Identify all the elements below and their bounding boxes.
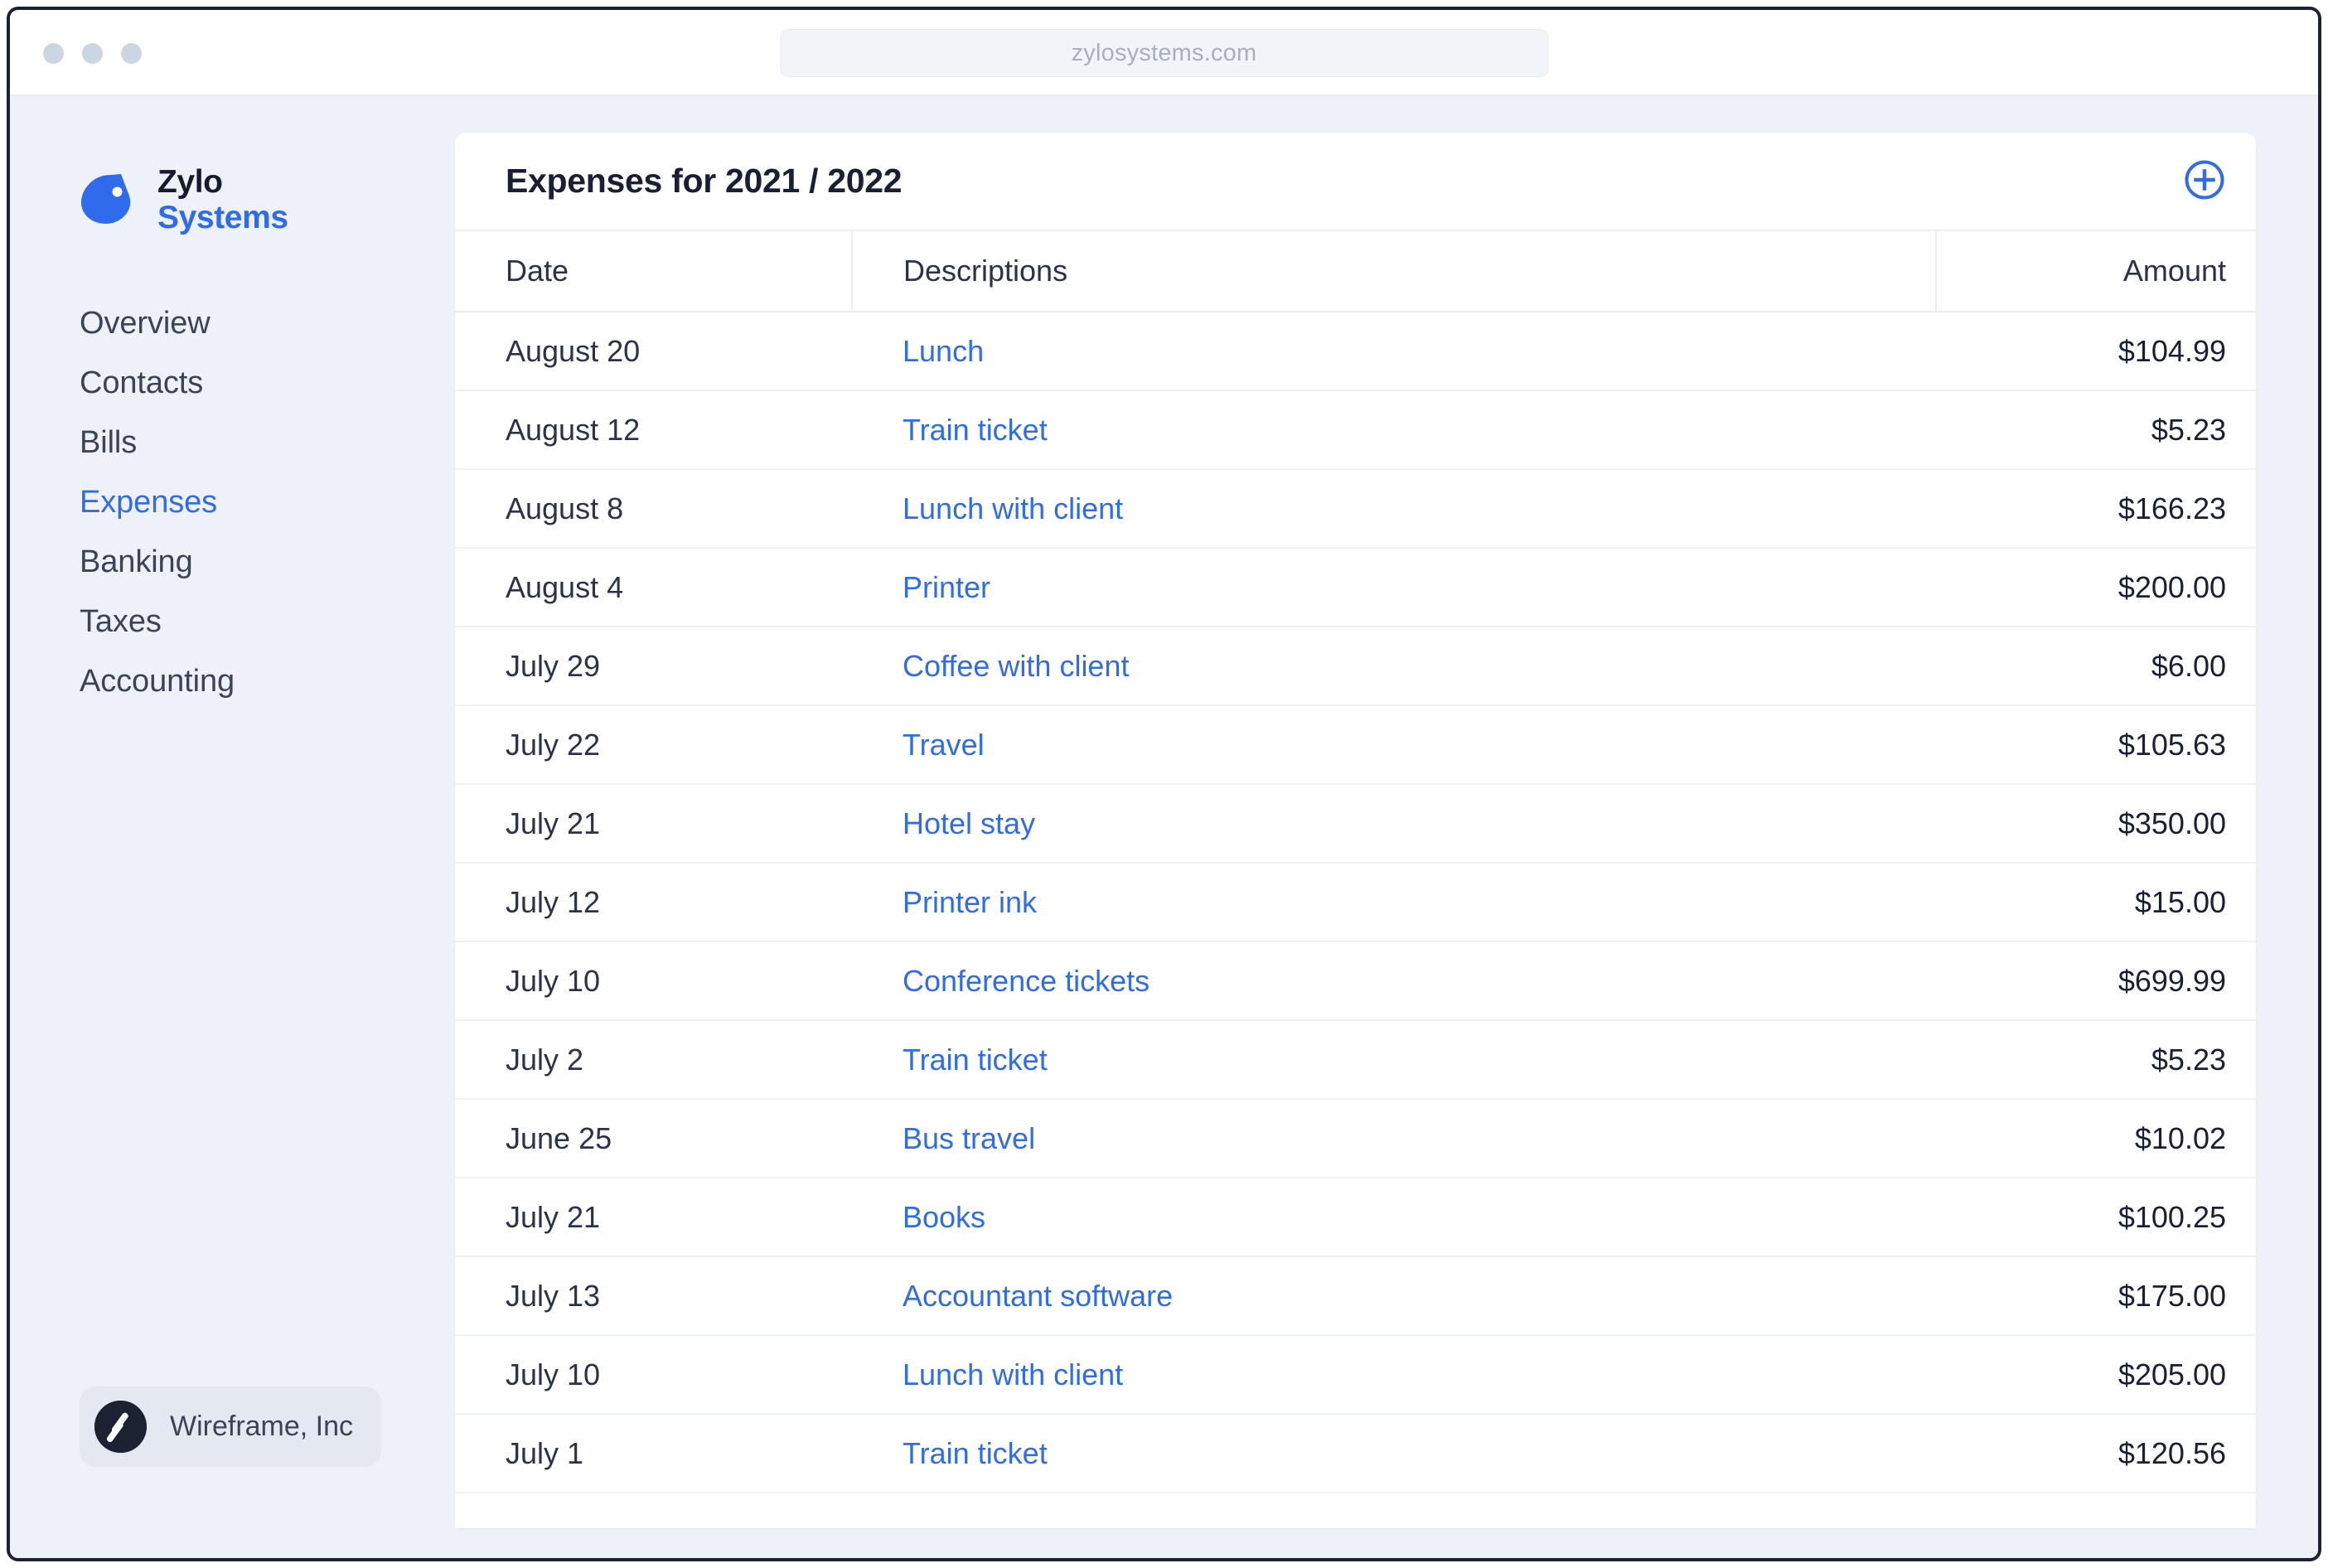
brand-name-secondary: Systems — [157, 201, 288, 234]
sidebar: Zylo Systems Overview Contacts Bills Exp… — [10, 96, 455, 1561]
table-row[interactable]: August 20 Lunch $104.99 — [455, 312, 2256, 390]
table-head: Date Descriptions Amount — [455, 230, 2256, 312]
cell-amount: $205.00 — [1936, 1335, 2256, 1414]
cell-date: July 10 — [455, 941, 852, 1020]
cell-amount: $10.02 — [1936, 1099, 2256, 1178]
table-row[interactable]: July 2 Train ticket $5.23 — [455, 1020, 2256, 1099]
address-bar[interactable]: zylosystems.com — [780, 29, 1548, 77]
cell-description[interactable]: Hotel stay — [852, 784, 1936, 863]
double-slash-icon — [94, 1401, 147, 1453]
sidebar-item-bills[interactable]: Bills — [80, 413, 455, 472]
cell-description[interactable]: Train ticket — [852, 1414, 1936, 1493]
cell-amount: $105.63 — [1936, 705, 2256, 784]
table-row[interactable]: July 13 Accountant software $175.00 — [455, 1256, 2256, 1335]
sidebar-item-accounting[interactable]: Accounting — [80, 651, 455, 711]
minimize-window-button[interactable] — [82, 43, 103, 64]
cell-amount: $5.23 — [1936, 390, 2256, 469]
cell-date: July 1 — [455, 1414, 852, 1493]
brand-text: Zylo Systems — [157, 166, 288, 234]
cell-date: July 12 — [455, 863, 852, 941]
cell-description[interactable]: Lunch with client — [852, 1335, 1936, 1414]
sidebar-item-overview[interactable]: Overview — [80, 293, 455, 353]
close-window-button[interactable] — [43, 43, 64, 64]
expenses-table: Date Descriptions Amount August 20 Lunch… — [455, 230, 2256, 1493]
tag-icon — [80, 173, 133, 226]
cell-date: June 25 — [455, 1099, 852, 1178]
cell-date: July 21 — [455, 1178, 852, 1256]
brand-name-primary: Zylo — [157, 166, 288, 198]
table-row[interactable]: July 29 Coffee with client $6.00 — [455, 627, 2256, 705]
table-row[interactable]: July 10 Conference tickets $699.99 — [455, 941, 2256, 1020]
plus-circle-icon — [2183, 158, 2226, 204]
main-content: Expenses for 2021 / 2022 Date — [455, 96, 2318, 1561]
table-row[interactable]: July 10 Lunch with client $205.00 — [455, 1335, 2256, 1414]
cell-description[interactable]: Train ticket — [852, 1020, 1936, 1099]
cell-description[interactable]: Printer — [852, 548, 1936, 627]
cell-amount: $120.56 — [1936, 1414, 2256, 1493]
cell-date: August 8 — [455, 469, 852, 548]
table-row[interactable]: August 4 Printer $200.00 — [455, 548, 2256, 627]
table-header-row: Date Descriptions Amount — [455, 230, 2256, 312]
cell-date: July 13 — [455, 1256, 852, 1335]
sidebar-nav: Overview Contacts Bills Expenses Banking… — [80, 293, 455, 711]
cell-amount: $15.00 — [1936, 863, 2256, 941]
sidebar-item-taxes[interactable]: Taxes — [80, 592, 455, 651]
organization-badge[interactable]: Wireframe, Inc — [80, 1387, 381, 1467]
app-root: Zylo Systems Overview Contacts Bills Exp… — [10, 96, 2318, 1561]
table-row[interactable]: July 22 Travel $105.63 — [455, 705, 2256, 784]
table-row[interactable]: August 12 Train ticket $5.23 — [455, 390, 2256, 469]
cell-amount: $5.23 — [1936, 1020, 2256, 1099]
table-row[interactable]: June 25 Bus travel $10.02 — [455, 1099, 2256, 1178]
cell-amount: $699.99 — [1936, 941, 2256, 1020]
brand-logo[interactable]: Zylo Systems — [80, 166, 455, 234]
column-header-date[interactable]: Date — [455, 230, 852, 312]
address-bar-url: zylosystems.com — [1072, 40, 1257, 67]
browser-window: zylosystems.com Zylo Systems Overview — [7, 7, 2321, 1561]
organization-name: Wireframe, Inc — [170, 1411, 353, 1443]
maximize-window-button[interactable] — [121, 43, 142, 64]
cell-amount: $104.99 — [1936, 312, 2256, 390]
cell-date: July 22 — [455, 705, 852, 784]
cell-date: August 20 — [455, 312, 852, 390]
cell-date: July 2 — [455, 1020, 852, 1099]
cell-description[interactable]: Lunch — [852, 312, 1936, 390]
sidebar-item-banking[interactable]: Banking — [80, 532, 455, 592]
browser-titlebar: zylosystems.com — [10, 10, 2318, 96]
cell-date: July 10 — [455, 1335, 852, 1414]
window-controls — [43, 10, 142, 96]
column-header-amount[interactable]: Amount — [1936, 230, 2256, 312]
cell-description[interactable]: Accountant software — [852, 1256, 1936, 1335]
table-row[interactable]: July 1 Train ticket $120.56 — [455, 1414, 2256, 1493]
table-row[interactable]: July 21 Books $100.25 — [455, 1178, 2256, 1256]
cell-description[interactable]: Printer ink — [852, 863, 1936, 941]
cell-description[interactable]: Bus travel — [852, 1099, 1936, 1178]
cell-amount: $175.00 — [1936, 1256, 2256, 1335]
cell-description[interactable]: Lunch with client — [852, 469, 1936, 548]
expenses-card: Expenses for 2021 / 2022 Date — [455, 133, 2256, 1528]
table-row[interactable]: August 8 Lunch with client $166.23 — [455, 469, 2256, 548]
cell-amount: $200.00 — [1936, 548, 2256, 627]
sidebar-item-expenses[interactable]: Expenses — [80, 472, 455, 532]
cell-amount: $166.23 — [1936, 469, 2256, 548]
cell-amount: $6.00 — [1936, 627, 2256, 705]
table-row[interactable]: July 12 Printer ink $15.00 — [455, 863, 2256, 941]
cell-description[interactable]: Coffee with client — [852, 627, 1936, 705]
cell-description[interactable]: Travel — [852, 705, 1936, 784]
card-header: Expenses for 2021 / 2022 — [455, 133, 2256, 230]
column-header-descriptions[interactable]: Descriptions — [852, 230, 1936, 312]
cell-date: August 4 — [455, 548, 852, 627]
cell-amount: $350.00 — [1936, 784, 2256, 863]
table-body: August 20 Lunch $104.99 August 12 Train … — [455, 312, 2256, 1493]
cell-description[interactable]: Train ticket — [852, 390, 1936, 469]
cell-date: July 21 — [455, 784, 852, 863]
table-row[interactable]: July 21 Hotel stay $350.00 — [455, 784, 2256, 863]
cell-date: August 12 — [455, 390, 852, 469]
page-title: Expenses for 2021 / 2022 — [506, 162, 902, 201]
cell-date: July 29 — [455, 627, 852, 705]
cell-description[interactable]: Conference tickets — [852, 941, 1936, 1020]
add-expense-button[interactable] — [2183, 160, 2226, 203]
sidebar-item-contacts[interactable]: Contacts — [80, 353, 455, 413]
cell-description[interactable]: Books — [852, 1178, 1936, 1256]
cell-amount: $100.25 — [1936, 1178, 2256, 1256]
